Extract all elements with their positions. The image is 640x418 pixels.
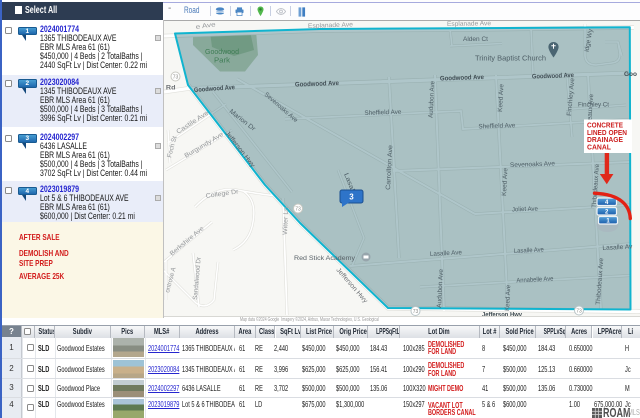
- svg-text:Trinity Baptist Church: Trinity Baptist Church: [475, 56, 546, 63]
- svg-text:Witter Ln: Witter Ln: [282, 206, 290, 235]
- svg-text:Red Stick Academy: Red Stick Academy: [294, 255, 356, 262]
- svg-text:3: 3: [349, 193, 354, 202]
- svg-text:Goo: Goo: [624, 71, 637, 78]
- svg-text:Park: Park: [214, 58, 231, 65]
- svg-text:Goodwood Ave: Goodwood Ave: [532, 72, 575, 80]
- svg-text:LINED OPEN: LINED OPEN: [587, 130, 627, 137]
- svg-text:Keed Ave: Keed Ave: [501, 167, 509, 196]
- svg-text:Esplanade Ave: Esplanade Ave: [447, 21, 492, 28]
- svg-text:Sheffield Ave: Sheffield Ave: [364, 109, 402, 117]
- svg-text:Finchley Ct: Finchley Ct: [578, 102, 609, 109]
- svg-text:Sheffield Ave: Sheffield Ave: [478, 122, 516, 130]
- svg-text:Keed Ave: Keed Ave: [504, 284, 512, 311]
- svg-text:t Rd: t Rd: [164, 85, 176, 92]
- svg-text:Keed Ave: Keed Ave: [497, 83, 505, 112]
- svg-text:73: 73: [576, 309, 582, 315]
- svg-text:73: 73: [173, 75, 179, 81]
- svg-text:CANAL: CANAL: [587, 144, 612, 151]
- svg-text:Alden Ct: Alden Ct: [463, 36, 488, 43]
- svg-text:73: 73: [413, 309, 419, 315]
- svg-text:DRAINAGE: DRAINAGE: [587, 137, 623, 144]
- svg-text:Joliet Ave: Joliet Ave: [512, 206, 539, 214]
- svg-text:73: 73: [295, 207, 301, 213]
- svg-text:CONCRETE: CONCRETE: [587, 123, 623, 130]
- svg-text:Goodwood: Goodwood: [205, 49, 239, 56]
